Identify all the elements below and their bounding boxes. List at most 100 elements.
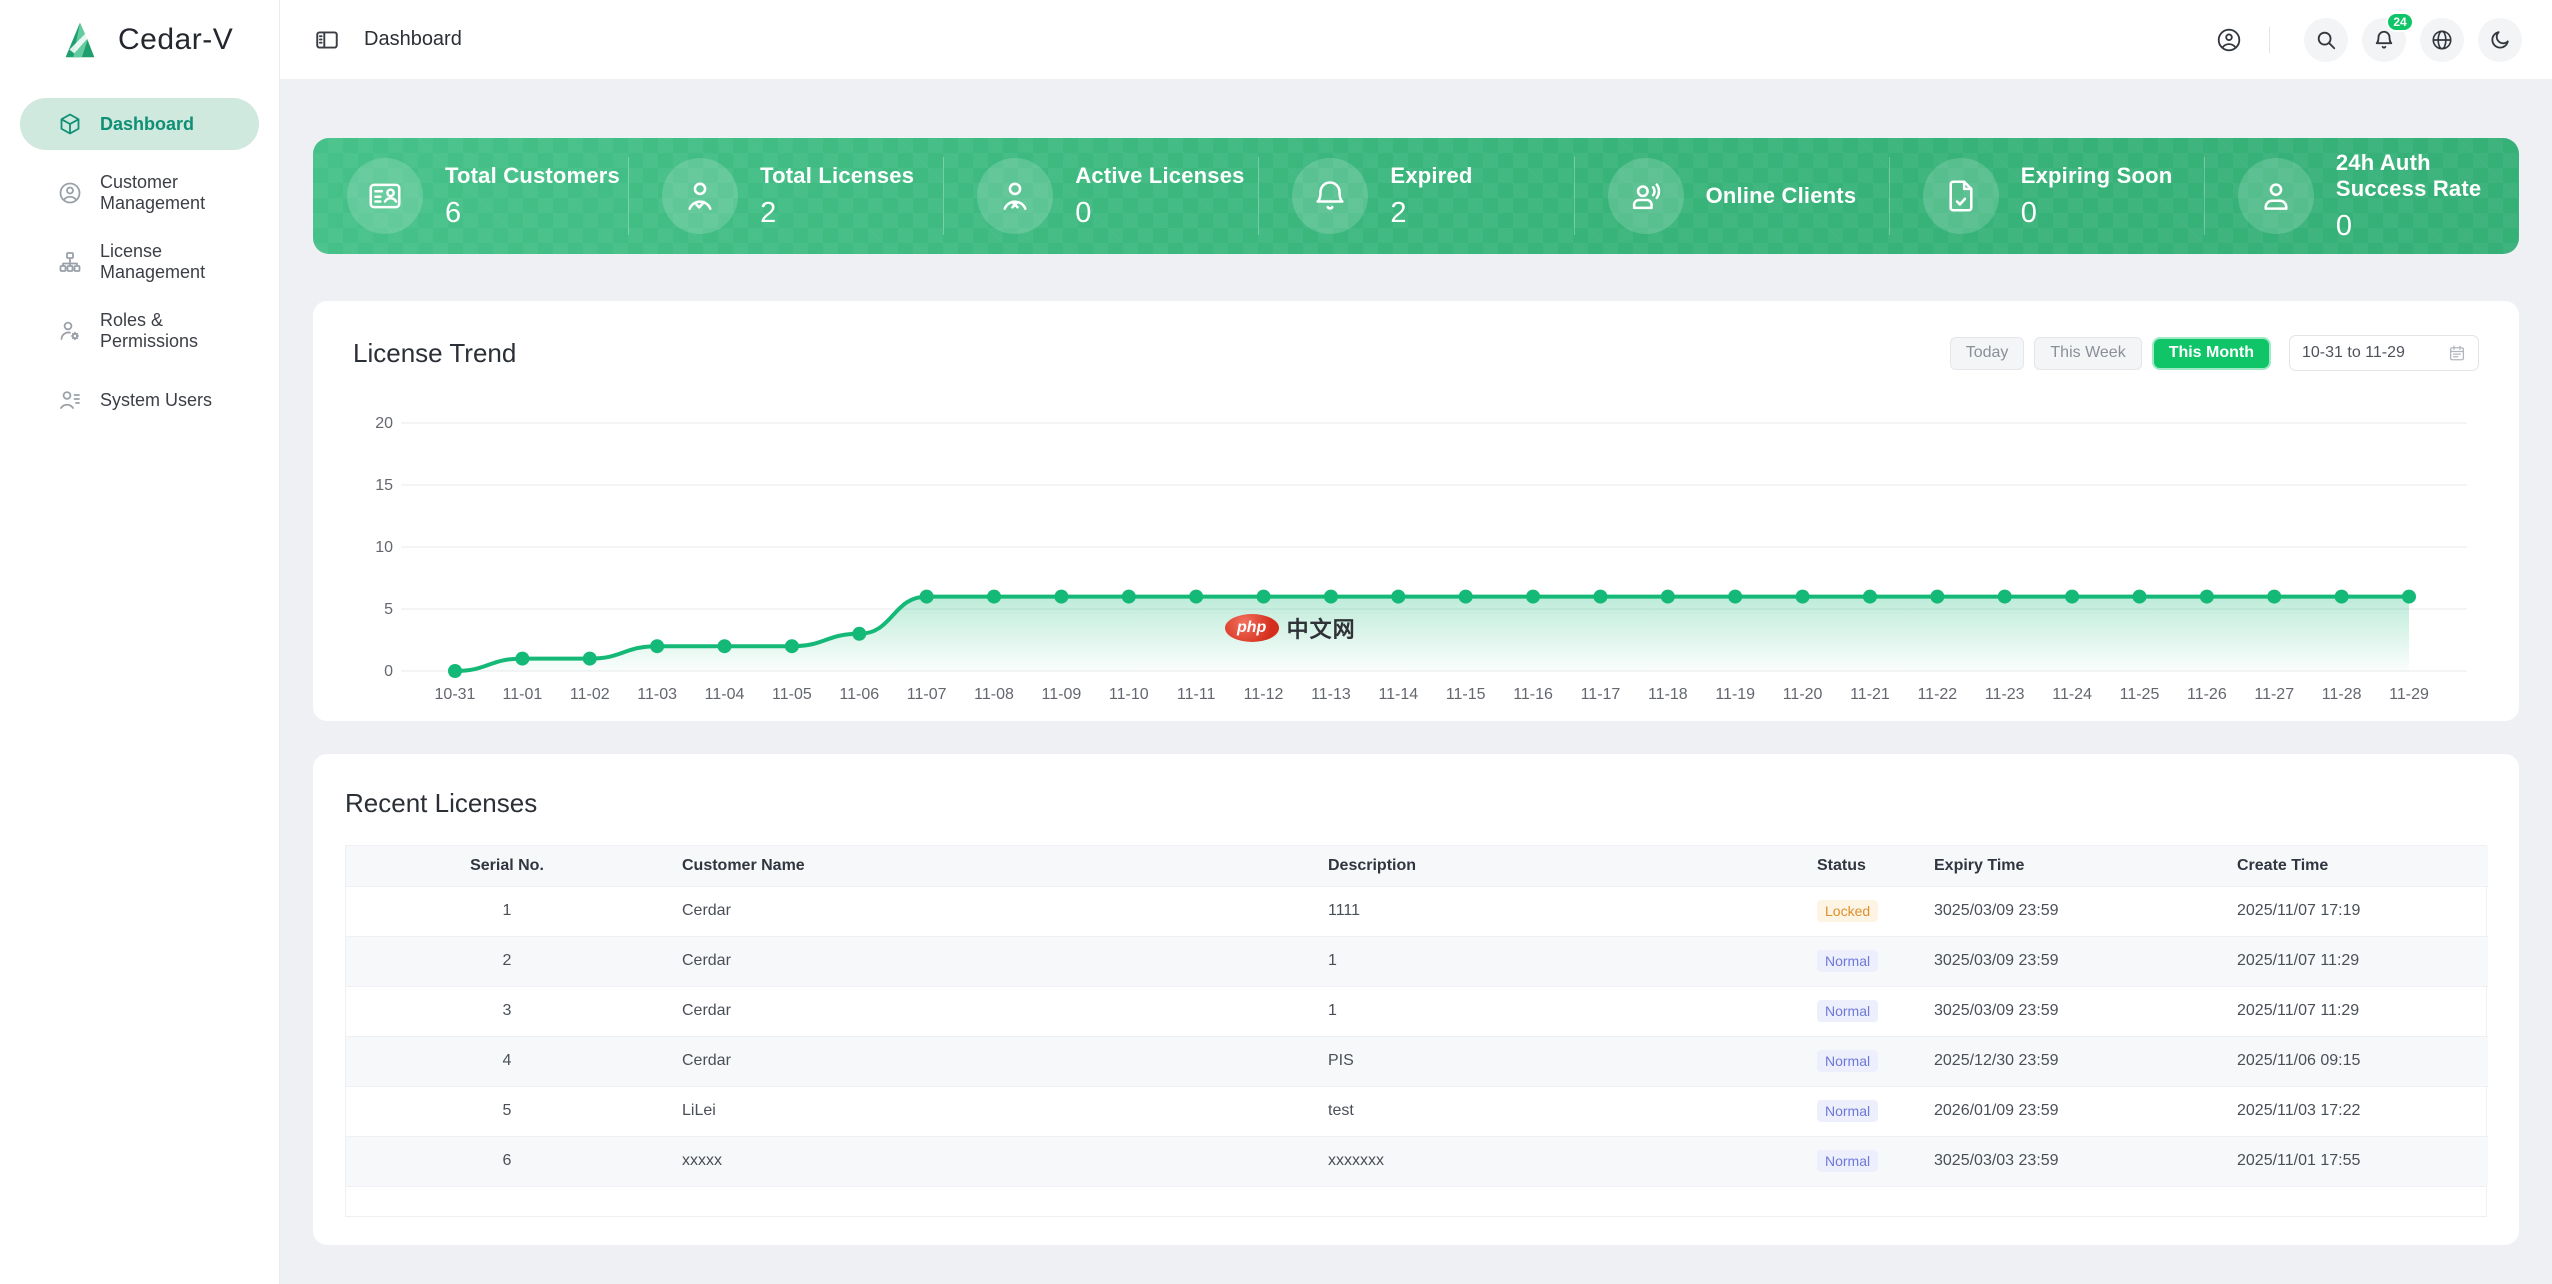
user-check-icon [681, 177, 719, 215]
sidebar-collapse-button[interactable] [312, 25, 342, 55]
svg-text:11-12: 11-12 [1244, 686, 1284, 703]
stat-value: 2 [760, 197, 914, 230]
notifications-button[interactable]: 24 [2362, 18, 2406, 62]
svg-text:5: 5 [384, 601, 393, 618]
svg-text:11-04: 11-04 [705, 686, 745, 703]
topbar-divider [2269, 27, 2270, 53]
search-button[interactable] [2304, 18, 2348, 62]
svg-text:11-17: 11-17 [1581, 686, 1621, 703]
column-serial: Serial No. [346, 846, 668, 886]
sidebar-item-roles-permissions[interactable]: Roles & Permissions [20, 305, 259, 357]
cell-serial: 5 [346, 1086, 668, 1136]
status-badge: Normal [1817, 1150, 1878, 1172]
stat-active-licenses: Active Licenses 0 [943, 158, 1258, 234]
stat-label: Expiring Soon [2021, 163, 2173, 189]
sidebar-item-customer-management[interactable]: Customer Management [20, 167, 259, 219]
stat-label: Expired [1390, 163, 1472, 189]
table-row[interactable]: 1 Cerdar 1111 Locked 3025/03/09 23:59 20… [346, 886, 2488, 936]
theme-toggle-button[interactable] [2478, 18, 2522, 62]
user-signal-icon [1627, 177, 1665, 215]
svg-text:11-02: 11-02 [570, 686, 610, 703]
sidebar-item-label: Roles & Permissions [100, 310, 259, 352]
sidebar-item-dashboard[interactable]: Dashboard [20, 98, 259, 150]
table-empty-strip [346, 1186, 2486, 1216]
svg-text:11-14: 11-14 [1378, 686, 1418, 703]
cell-serial: 4 [346, 1036, 668, 1086]
globe-icon [2431, 29, 2453, 51]
stat-value: 2 [1390, 197, 1472, 230]
svg-text:10-31: 10-31 [435, 686, 476, 703]
cell-description: xxxxxxx [1314, 1136, 1803, 1186]
table-row[interactable]: 3 Cerdar 1 Normal 3025/03/09 23:59 2025/… [346, 986, 2488, 1036]
roles-gear-icon [58, 319, 82, 343]
status-badge: Normal [1817, 950, 1878, 972]
sidebar-item-system-users[interactable]: System Users [20, 374, 259, 426]
cell-serial: 6 [346, 1136, 668, 1186]
svg-text:11-07: 11-07 [907, 686, 947, 703]
svg-text:11-15: 11-15 [1446, 686, 1486, 703]
svg-text:11-13: 11-13 [1311, 686, 1351, 703]
recent-licenses-card: Recent Licenses Serial No. Customer Name… [313, 754, 2519, 1245]
user-circle-icon [2216, 27, 2242, 53]
language-button[interactable] [2420, 18, 2464, 62]
table-row[interactable]: 5 LiLei test Normal 2026/01/09 23:59 202… [346, 1086, 2488, 1136]
sidebar-item-license-management[interactable]: License Management [20, 236, 259, 288]
cell-customer: Cerdar [668, 886, 1314, 936]
table-row[interactable]: 4 Cerdar PIS Normal 2025/12/30 23:59 202… [346, 1036, 2488, 1086]
topbar: Dashboard 24 [280, 0, 2552, 80]
sidebar-menu: Dashboard Customer Management License Ma… [0, 98, 279, 426]
filter-this-week-button[interactable]: This Week [2034, 337, 2141, 370]
cell-create: 2025/11/07 11:29 [2223, 936, 2488, 986]
stat-label: Total Licenses [760, 163, 914, 189]
svg-text:11-11: 11-11 [1177, 686, 1216, 703]
main-content: Total Customers 6 Total Licenses 2 Activ… [280, 80, 2552, 1284]
cell-customer: xxxxx [668, 1136, 1314, 1186]
cell-create: 2025/11/01 17:55 [2223, 1136, 2488, 1186]
stat-label: Total Customers [445, 163, 620, 189]
svg-text:11-05: 11-05 [772, 686, 812, 703]
date-range-picker[interactable] [2289, 335, 2479, 371]
cell-expiry: 2026/01/09 23:59 [1920, 1086, 2223, 1136]
svg-text:15: 15 [375, 477, 393, 494]
cell-create: 2025/11/07 17:19 [2223, 886, 2488, 936]
filter-this-month-button[interactable]: This Month [2152, 337, 2271, 370]
stat-label: Active Licenses [1075, 163, 1244, 189]
stat-online-clients: Online Clients [1574, 158, 1889, 234]
table-row[interactable]: 6 xxxxx xxxxxxx Normal 3025/03/03 23:59 … [346, 1136, 2488, 1186]
cell-customer: Cerdar [668, 936, 1314, 986]
svg-text:11-21: 11-21 [1850, 686, 1890, 703]
svg-text:0: 0 [384, 663, 393, 680]
status-badge: Normal [1817, 1000, 1878, 1022]
cell-status: Normal [1803, 986, 1920, 1036]
cell-serial: 3 [346, 986, 668, 1036]
cell-status: Normal [1803, 1136, 1920, 1186]
svg-text:11-28: 11-28 [2322, 686, 2362, 703]
svg-text:11-23: 11-23 [1985, 686, 2025, 703]
bell-icon [1311, 177, 1349, 215]
cell-expiry: 3025/03/09 23:59 [1920, 936, 2223, 986]
svg-text:11-09: 11-09 [1042, 686, 1082, 703]
cell-expiry: 3025/03/03 23:59 [1920, 1136, 2223, 1186]
cell-expiry: 3025/03/09 23:59 [1920, 986, 2223, 1036]
cell-expiry: 2025/12/30 23:59 [1920, 1036, 2223, 1086]
svg-text:11-16: 11-16 [1513, 686, 1553, 703]
brand: Cedar-V [0, 0, 279, 80]
cell-create: 2025/11/03 17:22 [2223, 1086, 2488, 1136]
table-row[interactable]: 2 Cerdar 1 Normal 3025/03/09 23:59 2025/… [346, 936, 2488, 986]
license-trend-chart: 0510152010-3111-0111-0211-0311-0411-0511… [353, 407, 2479, 707]
column-status: Status [1803, 846, 1920, 886]
user-x-icon [996, 177, 1034, 215]
account-button[interactable] [2209, 20, 2249, 60]
svg-text:11-29: 11-29 [2389, 686, 2429, 703]
panel-icon [314, 27, 340, 53]
svg-text:11-03: 11-03 [637, 686, 677, 703]
svg-text:11-18: 11-18 [1648, 686, 1688, 703]
calendar-icon [2448, 344, 2466, 362]
cell-create: 2025/11/07 11:29 [2223, 986, 2488, 1036]
id-card-icon [366, 177, 404, 215]
svg-text:11-20: 11-20 [1783, 686, 1823, 703]
cell-customer: LiLei [668, 1086, 1314, 1136]
column-customer: Customer Name [668, 846, 1314, 886]
license-trend-chart-area: 0510152010-3111-0111-0211-0311-0411-0511… [353, 407, 2479, 707]
filter-today-button[interactable]: Today [1950, 337, 2025, 370]
